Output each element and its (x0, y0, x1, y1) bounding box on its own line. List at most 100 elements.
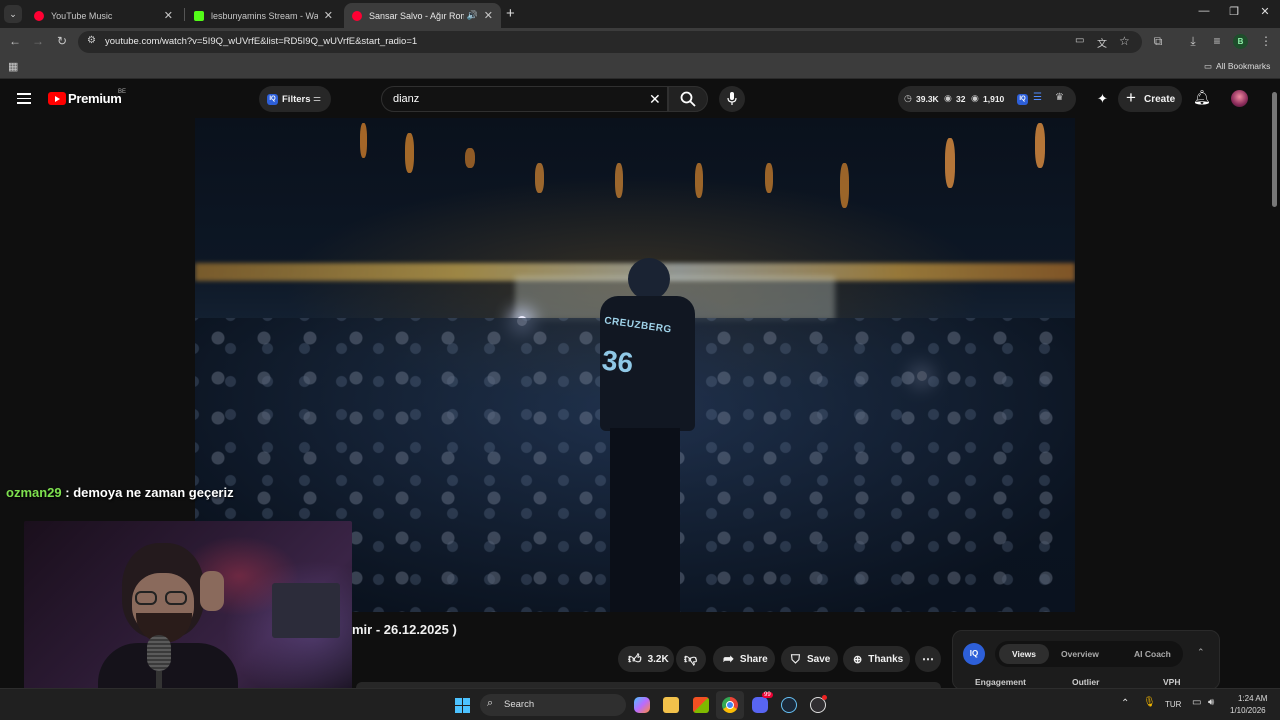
search-button[interactable] (668, 86, 708, 112)
media-control-icon[interactable]: ≡ (1209, 34, 1225, 49)
new-tab-button[interactable]: + (506, 5, 515, 22)
trophy-icon[interactable]: ♛ (1055, 92, 1064, 103)
tab-views[interactable]: Views (999, 644, 1049, 664)
account-avatar[interactable] (1231, 90, 1248, 107)
thanks-dollar-icon: ⊕ (853, 653, 863, 666)
collapse-chevron-icon[interactable]: ⌃ (1197, 647, 1205, 658)
youtube-logo-icon[interactable] (48, 92, 66, 105)
browser-toolbar: ← → ↻ ⚙ youtube.com/watch?v=5I9Q_wUVrfE&… (0, 28, 1280, 55)
chat-username: ozman29 (6, 485, 62, 500)
search-icon: ⌕ (487, 697, 494, 709)
microsoft-store-icon[interactable] (693, 697, 709, 713)
thanks-button[interactable]: ⊕ Thanks (843, 646, 910, 672)
translate-icon[interactable]: 文 (1097, 35, 1107, 50)
webcam-overlay (24, 521, 352, 708)
more-actions-button[interactable]: ⋯ (915, 646, 941, 672)
microphone-icon (727, 92, 737, 105)
tab-ai-coach[interactable]: AI Coach (1134, 649, 1171, 659)
vidiq-icon: IQ (267, 93, 278, 105)
notifications-bell-icon[interactable]: 🔔︎ (1193, 89, 1211, 106)
file-explorer-icon[interactable] (663, 697, 679, 713)
youtube-header: Premium BE IQ Filters ⚌ dianz ✕ ◷ 39.3K … (0, 80, 1280, 118)
filters-label: Filters (282, 94, 311, 105)
speaker-icon[interactable]: 🔊 (467, 10, 478, 21)
youtube-premium-logo[interactable]: Premium (68, 91, 122, 106)
save-button[interactable]: ⛉ Save (781, 646, 838, 672)
create-button[interactable]: + Create (1118, 86, 1182, 112)
clock-time[interactable]: 1:24 AM (1238, 694, 1267, 703)
tab-kick-stream[interactable]: lesbunyamins Stream - Watch L ✕ (186, 3, 341, 28)
tab-overview[interactable]: Overview (1061, 649, 1099, 659)
network-icon[interactable]: ▭ (1192, 697, 1201, 708)
hamburger-menu-icon[interactable] (17, 93, 31, 104)
restore-icon[interactable]: ❐ (1224, 5, 1244, 18)
tab-title: YouTube Music (51, 10, 113, 21)
youtube-favicon-icon (352, 10, 362, 21)
list-icon[interactable]: ☰ (1033, 92, 1042, 103)
stat-c: 1,910 (983, 94, 1005, 104)
copilot-icon[interactable] (634, 697, 650, 713)
search-input[interactable]: dianz ✕ (381, 86, 668, 112)
windows-taskbar: ⌕ Search 99 ⌃ 🎙︎ TUR ▭ 🔊︎ 1:24 AM 1/10/2… (0, 688, 1280, 720)
tray-chevron-icon[interactable]: ⌃ (1121, 698, 1129, 709)
sliders-icon: ⚌ (313, 93, 322, 103)
clear-search-icon[interactable]: ✕ (649, 91, 661, 108)
filters-button[interactable]: IQ Filters ⚌ (259, 86, 331, 112)
chat-message: ozman29 : demoya ne zaman geçeriz (6, 485, 234, 500)
close-icon[interactable]: ✕ (484, 9, 493, 22)
back-arrow-icon[interactable]: ← (7, 34, 23, 49)
clock-date[interactable]: 1/10/2026 (1230, 706, 1266, 715)
ai-sparkle-icon[interactable]: ✦ (1097, 91, 1108, 107)
voice-search-button[interactable] (719, 86, 745, 112)
menu-kebab-icon[interactable]: ⋮ (1258, 34, 1274, 49)
like-button[interactable]: 👍︎ 3.2K (618, 646, 674, 672)
column-engagement: Engagement (975, 677, 1027, 687)
share-label: Share (739, 653, 768, 665)
stat-b: 32 (956, 94, 966, 104)
youtube-music-favicon-icon (34, 10, 44, 21)
close-icon[interactable]: ✕ (324, 9, 333, 22)
tab-youtube-music[interactable]: YouTube Music ✕ (26, 3, 181, 28)
volume-icon[interactable]: 🔊︎ (1208, 697, 1214, 708)
share-arrow-icon: ➦ (723, 651, 734, 666)
site-info-icon[interactable]: ⚙ (87, 35, 96, 46)
vidiq-stats-bar[interactable]: ◷ 39.3K ◉ 32 ◉ 1,910 IQ ☰ ♛ (898, 86, 1076, 112)
column-vph: VPH (1163, 677, 1181, 687)
page-scrollbar[interactable] (1272, 92, 1277, 207)
language-indicator[interactable]: TUR (1165, 700, 1181, 709)
address-bar[interactable]: ⚙ youtube.com/watch?v=5I9Q_wUVrfE&list=R… (78, 31, 1142, 53)
tab-sansar-salvo[interactable]: Sansar Salvo - Ağır Roman ( 🔊 ✕ (344, 3, 501, 28)
bookmark-star-icon[interactable]: ☆ (1119, 34, 1130, 48)
thumbs-up-icon: 👍︎ (628, 651, 642, 666)
dislike-button[interactable]: 👎︎ (676, 646, 706, 672)
eye-icon: ◉ (971, 93, 979, 103)
more-dots-icon: ⋯ (922, 652, 934, 666)
discord-icon[interactable] (752, 697, 768, 713)
reload-icon[interactable]: ↻ (54, 34, 70, 49)
share-button[interactable]: ➦ Share (713, 646, 775, 672)
tab-search-button[interactable]: ⌄ (4, 5, 22, 23)
steam-icon[interactable] (781, 697, 797, 713)
windows-start-icon[interactable] (455, 698, 470, 713)
url-text[interactable]: youtube.com/watch?v=5I9Q_wUVrfE&list=RD5… (105, 36, 417, 47)
vidiq-icon[interactable]: IQ (1017, 93, 1028, 105)
apps-grid-icon[interactable]: ▦ (8, 60, 18, 73)
extensions-icon[interactable]: ⧉ (1150, 34, 1166, 49)
eye-icon: ◉ (944, 93, 952, 103)
clock-icon: ◷ (904, 93, 912, 103)
forward-arrow-icon[interactable]: → (30, 34, 46, 49)
tab-title: Sansar Salvo - Ağır Roman ( (369, 10, 464, 21)
minimize-icon[interactable]: — (1194, 5, 1214, 17)
tray-microphone-icon[interactable]: 🎙︎ (1143, 697, 1156, 708)
vidiq-panel: IQ Views Overview AI Coach ⌃ Engagement … (952, 630, 1220, 690)
download-icon[interactable]: ⤓ (1185, 34, 1201, 49)
all-bookmarks-button[interactable]: ▭ All Bookmarks (1204, 61, 1270, 72)
window-close-icon[interactable]: ✕ (1255, 5, 1275, 18)
taskbar-search-label: Search (504, 699, 535, 710)
profile-avatar[interactable]: B (1233, 34, 1248, 49)
chat-separator: : (61, 485, 74, 500)
column-outlier: Outlier (1072, 677, 1100, 687)
taskbar-search-box[interactable]: ⌕ Search (480, 694, 626, 716)
close-icon[interactable]: ✕ (164, 9, 173, 22)
install-app-icon[interactable]: ▭ (1075, 35, 1084, 46)
